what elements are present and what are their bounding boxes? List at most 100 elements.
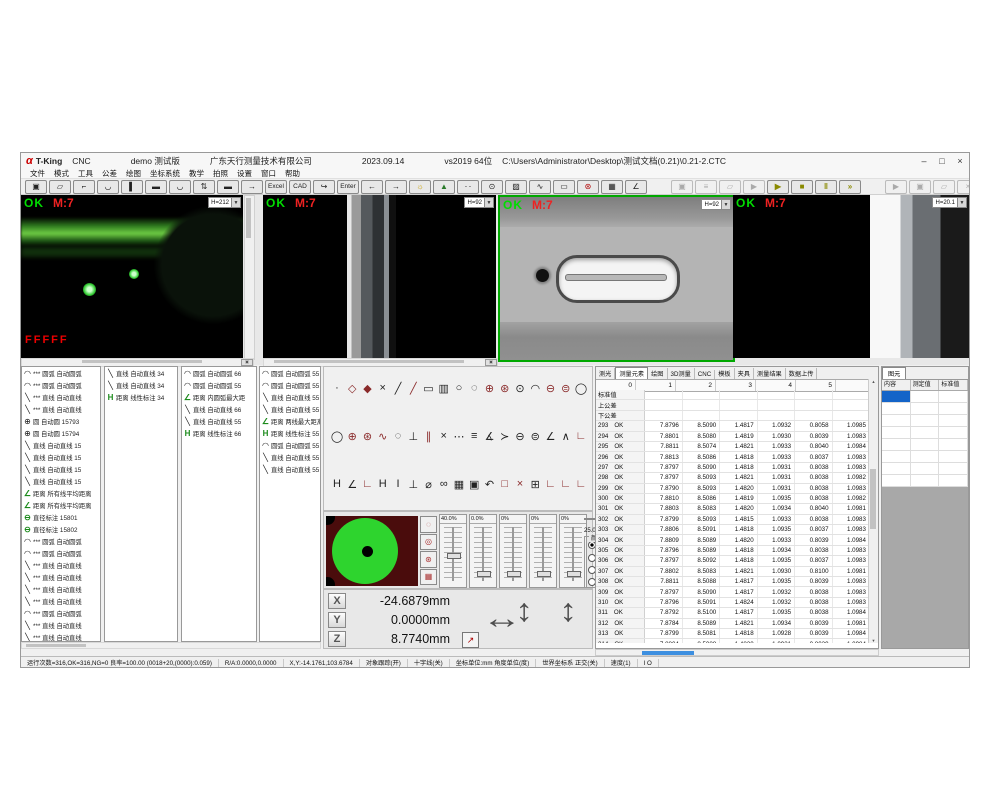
table-cell[interactable]: 1.0935	[758, 577, 795, 586]
toolbar-button[interactable]: ▶	[885, 180, 907, 194]
row-label[interactable]: 312OK	[596, 619, 645, 628]
table-cell[interactable]: 1.0930	[758, 567, 795, 576]
tool-icon[interactable]: ⊞	[528, 477, 542, 491]
table-cell[interactable]	[758, 411, 795, 420]
table-cell[interactable]: 1.0981	[833, 504, 870, 513]
toolbar-button[interactable]: »	[839, 180, 861, 194]
table-cell[interactable]: 0.8038	[795, 484, 832, 493]
table-cell[interactable]: 1.0983	[833, 587, 870, 596]
table-cell[interactable]: 1.0983	[833, 484, 870, 493]
table-row[interactable]: 303OK7.88068.50911.48181.09350.80371.098…	[596, 525, 870, 535]
light-slider[interactable]: 40.0%	[439, 514, 467, 588]
element-cell[interactable]	[911, 451, 940, 462]
toolbar-button[interactable]: ⊛	[577, 180, 599, 194]
row-label[interactable]: 294OK	[596, 432, 645, 441]
table-row[interactable]: 293OK7.87968.50901.48171.09320.80581.098…	[596, 421, 870, 431]
tool-icon[interactable]: □	[498, 477, 512, 491]
table-cell[interactable]: 0.8037	[795, 556, 832, 565]
table-cell[interactable]: 1.0934	[758, 504, 795, 513]
chevron-down-icon[interactable]: ▼	[484, 198, 493, 207]
row-label[interactable]: 上公差	[596, 400, 645, 409]
table-cell[interactable]: 1.0933	[758, 535, 795, 544]
table-cell[interactable]: 1.0983	[833, 556, 870, 565]
tool-icon[interactable]: ▥	[437, 381, 451, 395]
table-cell[interactable]: 1.0935	[758, 525, 795, 534]
table-cell[interactable]: 0.8100	[795, 567, 832, 576]
element-tab[interactable]: 图元	[882, 367, 906, 379]
table-cell[interactable]: 1.0931	[758, 473, 795, 482]
table-cell[interactable]: 7.8811	[645, 577, 682, 586]
table-cell[interactable]: 8.5080	[683, 432, 720, 441]
tool-icon[interactable]: ∟	[361, 477, 375, 491]
list-item[interactable]: ╲ *** 直线 自动直线	[22, 619, 100, 631]
list-item[interactable]: ◠ 圆弧 自动圆弧 55	[182, 379, 256, 391]
table-cell[interactable]: 8.5093	[683, 484, 720, 493]
tool-icon[interactable]: ◌	[467, 381, 481, 395]
table-row[interactable]: 302OK7.87998.50931.48151.09330.80381.098…	[596, 515, 870, 525]
tool-icon[interactable]: ∟	[544, 477, 558, 491]
table-tab[interactable]: 3D测量	[668, 368, 695, 379]
diagonal-jog-button[interactable]: ↗	[462, 632, 479, 648]
slider-thumb[interactable]	[447, 553, 461, 559]
table-row[interactable]: 297OK7.87978.50901.48181.09310.80381.098…	[596, 463, 870, 473]
ring-light-preview[interactable]	[326, 516, 418, 586]
element-cell[interactable]	[939, 463, 968, 474]
row-label[interactable]: 299OK	[596, 484, 645, 493]
menu-item[interactable]: 工具	[78, 168, 93, 179]
tool-icon[interactable]: ↶	[483, 477, 497, 491]
tool-icon[interactable]: ∟	[574, 477, 588, 491]
tool-icon[interactable]: ⊕	[483, 381, 497, 395]
list-item[interactable]: ⊖ 直径标注 15801	[22, 511, 100, 523]
table-cell[interactable]: 1.4821	[720, 473, 757, 482]
table-cell[interactable]: 1.4820	[720, 504, 757, 513]
table-cell[interactable]: 8.5089	[683, 619, 720, 628]
table-cell[interactable]: 7.8796	[645, 421, 682, 430]
toolbar-button[interactable]: ▲	[433, 180, 455, 194]
table-cell[interactable]: 0.8038	[795, 546, 832, 555]
table-cell[interactable]	[720, 390, 757, 399]
table-cell[interactable]: 1.4817	[720, 421, 757, 430]
table-cell[interactable]: 1.4818	[720, 556, 757, 565]
table-cell[interactable]: 8.5090	[683, 463, 720, 472]
tool-icon[interactable]: ∥	[422, 429, 436, 443]
row-label[interactable]: 298OK	[596, 473, 645, 482]
tool-icon[interactable]: ⊥	[406, 477, 420, 491]
tool-icon[interactable]: ◠	[528, 381, 542, 395]
tool-icon[interactable]: ⊥	[406, 429, 420, 443]
toolbar-button[interactable]: ▬	[145, 180, 167, 194]
tool-icon[interactable]: ╱	[391, 381, 405, 395]
table-cell[interactable]: 7.8796	[645, 598, 682, 607]
table-cell[interactable]: 8.5088	[683, 577, 720, 586]
table-cell[interactable]: 1.0984	[833, 629, 870, 638]
list-item[interactable]: ╲ 直线 自动直线 15	[22, 439, 100, 451]
element-cell[interactable]	[911, 463, 940, 474]
tool-icon[interactable]: ⊖	[513, 429, 527, 443]
toolbar-button[interactable]: ←	[361, 180, 383, 194]
camera1-zoom-select[interactable]: H=212▼	[208, 197, 241, 208]
tool-icon[interactable]: ⊜	[528, 429, 542, 443]
tool-icon[interactable]: ∿	[376, 429, 390, 443]
element-row[interactable]	[882, 451, 968, 463]
camera3-zoom-select[interactable]: H=92▼	[701, 199, 731, 210]
list-item[interactable]: ╲ *** 直线 自动直线	[22, 631, 100, 642]
camera1-vscrollbar[interactable]	[244, 195, 255, 360]
row-label[interactable]: 297OK	[596, 463, 645, 472]
toolbar-button[interactable]: ■	[791, 180, 813, 194]
table-cell[interactable]: 7.8790	[645, 484, 682, 493]
list-item[interactable]: ∠ 距离 所有线平均距离	[22, 487, 100, 499]
element-cell[interactable]	[939, 391, 968, 402]
table-row[interactable]: 305OK7.87968.50891.48181.09340.80381.098…	[596, 546, 870, 556]
table-cell[interactable]: 1.0981	[833, 619, 870, 628]
light-mode-segment-icon[interactable]: ⊛	[420, 551, 437, 568]
element-cell[interactable]	[939, 439, 968, 450]
jog-z-icon[interactable]: ↕	[559, 592, 577, 629]
tool-icon[interactable]: ×	[513, 477, 527, 491]
table-row[interactable]: 307OK7.88028.50831.48211.09300.81001.098…	[596, 567, 870, 577]
table-cell[interactable]: 8.5091	[683, 598, 720, 607]
table-cell[interactable]: 1.0932	[758, 587, 795, 596]
table-cell[interactable]: 1.4820	[720, 484, 757, 493]
table-row[interactable]: 301OK7.88038.50831.48201.09340.80401.098…	[596, 504, 870, 514]
table-cell[interactable]	[833, 390, 870, 399]
menu-item[interactable]: 模式	[54, 168, 69, 179]
list-item[interactable]: ⊕ 圆 自动圆 15793	[22, 415, 100, 427]
